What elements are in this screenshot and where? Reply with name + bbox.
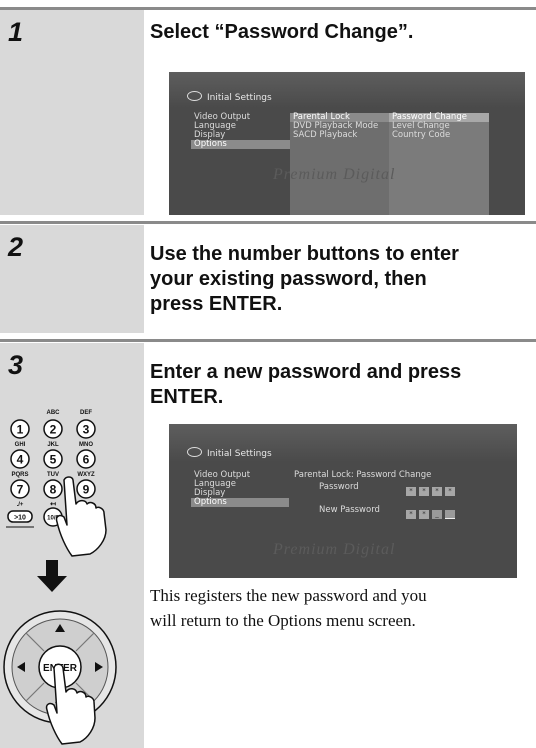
svg-text:>10: >10	[14, 515, 26, 522]
divider-step-2	[0, 221, 536, 224]
svg-text:↤: ↤	[50, 501, 56, 508]
new-password-digit-box[interactable]: *	[406, 510, 416, 519]
step-1-number: 1	[8, 17, 24, 47]
svg-text:./+: ./+	[17, 502, 24, 508]
osd-submenu: Parental Lock DVD Playback Mode SACD Pla…	[290, 113, 389, 140]
number-key-4[interactable]: GHI 4	[10, 442, 30, 469]
new-password-boxes: * * _	[406, 504, 458, 523]
osd-menu-item-selected[interactable]: Options	[191, 140, 290, 149]
password-label: Password	[319, 482, 359, 492]
svg-text:3: 3	[83, 423, 90, 437]
password-digit-box[interactable]: *	[406, 487, 416, 496]
plus10-key[interactable]: ./+ >10	[6, 502, 34, 528]
number-key-1[interactable]: 1	[10, 419, 30, 439]
step-2-title-line: press ENTER.	[150, 293, 283, 315]
osd-main-menu: Video Output Language Display Options	[191, 471, 289, 507]
step-3-title-line: ENTER.	[150, 386, 224, 408]
svg-text:MNO: MNO	[79, 442, 93, 448]
password-digit-box[interactable]: *	[432, 487, 442, 496]
svg-text:5: 5	[50, 453, 57, 467]
osd-header-label: Initial Settings	[207, 449, 272, 459]
number-key-3[interactable]: DEF 3	[76, 410, 96, 439]
osd-options: Password Change Level Change Country Cod…	[389, 113, 489, 140]
new-password-digit-box[interactable]	[445, 510, 455, 519]
step-2-number: 2	[8, 232, 24, 262]
osd-password-title: Parental Lock: Password Change	[294, 470, 432, 480]
divider-top	[0, 7, 536, 10]
osd-menu-item-selected[interactable]: Options	[191, 498, 289, 507]
disc-icon	[187, 447, 202, 457]
osd-watermark: Premium Digital	[273, 541, 396, 558]
step-3-title: Enter a new password and press ENTER.	[150, 360, 530, 410]
number-key-2[interactable]: ABC 2	[43, 410, 63, 439]
remote-illustration: 1 ABC 2 DEF 3 GHI 4 JKL 5 MNO 6 PQRS 7 TUV 8 WX…	[3, 410, 117, 745]
osd-watermark: Premium Digital	[273, 166, 396, 183]
svg-text:4: 4	[17, 453, 24, 467]
step-3-title-line: Enter a new password and press	[150, 361, 462, 383]
step-3-body: This registers the new password and you …	[150, 583, 536, 633]
step-1-title: Select “Password Change”.	[150, 21, 414, 43]
step-2-title-line: Use the number buttons to enter	[150, 243, 459, 265]
number-key-9[interactable]: WXYZ 9	[76, 472, 96, 499]
svg-text:PQRS: PQRS	[11, 472, 28, 478]
svg-text:1: 1	[17, 423, 24, 437]
svg-text:JKL: JKL	[47, 442, 59, 448]
step-3-number: 3	[8, 350, 24, 380]
manual-page: 1 Select “Password Change”. Initial Sett…	[0, 0, 536, 748]
step-3-body-line: This registers the new password and you	[150, 586, 427, 605]
svg-text:GHI: GHI	[15, 442, 26, 448]
osd-header: Initial Settings	[187, 91, 272, 103]
disc-icon	[187, 91, 202, 101]
osd-screen-password-menu: Initial Settings Video Output Language D…	[169, 72, 525, 215]
osd-main-menu: Video Output Language Display Options	[191, 113, 290, 149]
osd-option[interactable]: Country Code	[389, 131, 489, 140]
step-3-body-line: will return to the Options menu screen.	[150, 611, 416, 630]
svg-text:9: 9	[83, 483, 90, 497]
password-boxes: * * * *	[406, 481, 458, 500]
svg-text:6: 6	[83, 453, 90, 467]
osd-header: Initial Settings	[187, 447, 272, 459]
step-2-title: Use the number buttons to enter your exi…	[150, 242, 530, 317]
svg-text:7: 7	[17, 483, 24, 497]
svg-text:TUV: TUV	[47, 472, 59, 478]
step-2-title-line: your existing password, then	[150, 268, 427, 290]
divider-step-3	[0, 339, 536, 342]
password-digit-box[interactable]: *	[445, 487, 455, 496]
svg-text:WXYZ: WXYZ	[77, 472, 95, 478]
new-password-label: New Password	[319, 505, 380, 515]
number-key-5[interactable]: JKL 5	[43, 442, 63, 469]
down-arrow-icon	[37, 560, 67, 592]
osd-submenu-item[interactable]: SACD Playback	[290, 131, 389, 140]
new-password-digit-box[interactable]: _	[432, 510, 442, 519]
number-key-8[interactable]: TUV 8	[43, 472, 63, 499]
password-digit-box[interactable]: *	[419, 487, 429, 496]
svg-text:ABC: ABC	[47, 410, 61, 416]
osd-header-label: Initial Settings	[207, 93, 272, 103]
osd-screen-new-password: Initial Settings Video Output Language D…	[169, 424, 517, 578]
svg-text:2: 2	[50, 423, 57, 437]
svg-text:8: 8	[50, 483, 57, 497]
svg-text:DEF: DEF	[80, 410, 92, 416]
osd-password-panel: Parental Lock: Password Change	[291, 471, 511, 480]
number-key-7[interactable]: PQRS 7	[10, 472, 30, 499]
number-key-6[interactable]: MNO 6	[76, 442, 96, 469]
new-password-digit-box[interactable]: *	[419, 510, 429, 519]
